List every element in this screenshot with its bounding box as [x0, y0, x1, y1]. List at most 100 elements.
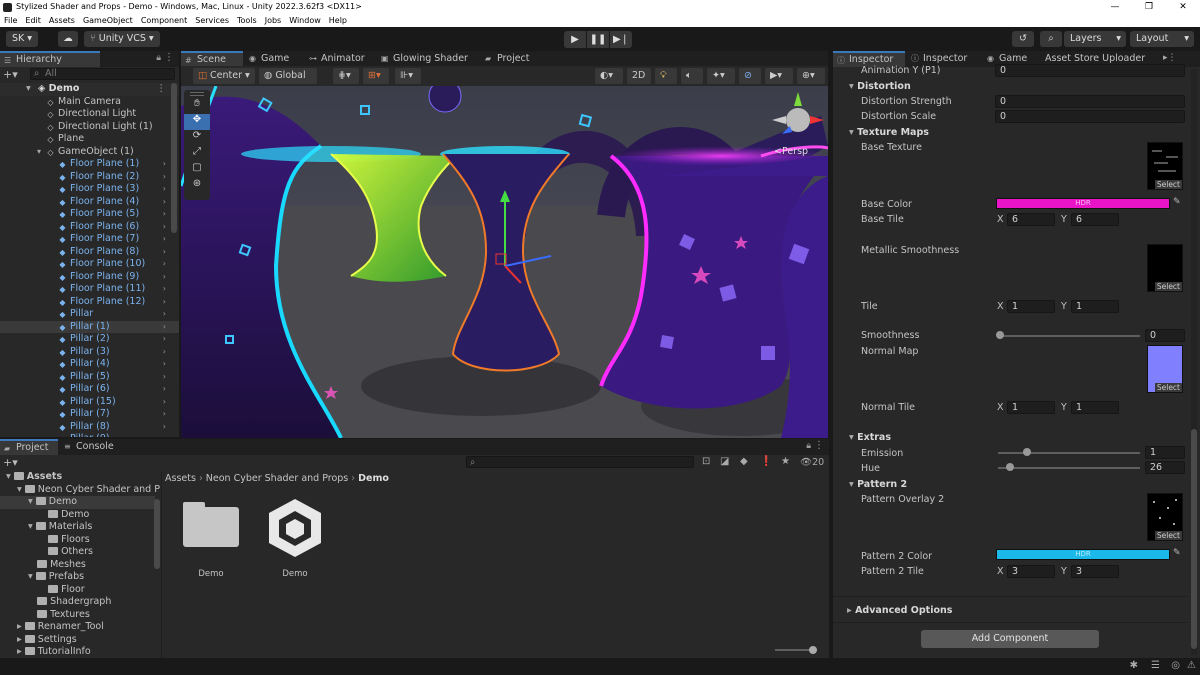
chevron-down-icon[interactable]: ▾: [28, 496, 36, 507]
minimize-button[interactable]: —: [1098, 0, 1132, 14]
hierarchy-item[interactable]: ◆ Pillar (5) ›: [0, 371, 179, 384]
distortion-header[interactable]: ▾ Distortion: [849, 81, 911, 92]
add-icon[interactable]: +▾: [3, 68, 18, 81]
chevron-right-icon[interactable]: ›: [163, 308, 166, 321]
scene-viewport[interactable]: ✋︎ ✥ ⟳ ⤢ ▢ ⊛ <Persp: [181, 86, 828, 438]
tab-console[interactable]: ≡ Console: [60, 439, 128, 455]
chevron-right-icon[interactable]: ›: [163, 258, 166, 271]
account-dropdown[interactable]: SK ▾: [6, 31, 39, 47]
tab-animator[interactable]: ⊶ Animator: [305, 51, 375, 67]
tab-overflow-icon[interactable]: ▸⋮: [1163, 53, 1177, 63]
chevron-right-icon[interactable]: ›: [163, 221, 166, 234]
chevron-right-icon[interactable]: ›: [163, 408, 166, 421]
hierarchy-item[interactable]: ◆ Floor Plane (8) ›: [0, 246, 179, 259]
pattern-2-tile-x-field[interactable]: 3: [1007, 565, 1055, 578]
scale-tool-icon[interactable]: ⤢: [184, 146, 210, 162]
hue-slider-track[interactable]: [998, 467, 1140, 469]
chevron-right-icon[interactable]: ›: [163, 271, 166, 284]
toggle-2d-button[interactable]: 2D: [627, 68, 651, 84]
rotate-tool-icon[interactable]: ⟳: [184, 130, 210, 146]
lighting-icon[interactable]: 💡︎: [655, 68, 677, 84]
lighting-bake-icon[interactable]: ◎: [1171, 660, 1180, 671]
select-button[interactable]: Select: [1154, 383, 1182, 392]
chevron-down-icon[interactable]: ▾: [28, 521, 36, 532]
rect-tool-icon[interactable]: ▢: [184, 162, 210, 178]
step-button[interactable]: ▶❘: [610, 31, 632, 48]
hierarchy-item[interactable]: ◆ Pillar (15) ›: [0, 396, 179, 409]
normal-tile-x-field[interactable]: 1: [1007, 401, 1055, 414]
select-button[interactable]: Select: [1154, 180, 1182, 189]
pattern-2-tile-y-field[interactable]: 3: [1071, 565, 1119, 578]
tab-game[interactable]: ◉ Game: [245, 51, 303, 67]
hierarchy-item[interactable]: ◆ Floor Plane (10) ›: [0, 258, 179, 271]
project-tree-item[interactable]: Floor: [0, 584, 155, 597]
hierarchy-item[interactable]: ◇ Directional Light (1): [0, 121, 179, 134]
snap-increment-icon[interactable]: ⊞▾: [363, 68, 389, 84]
chevron-right-icon[interactable]: ▸: [17, 646, 25, 657]
hierarchy-item[interactable]: ◆ Floor Plane (2) ›: [0, 171, 179, 184]
debug-icon[interactable]: ✱: [1130, 660, 1138, 671]
effects-icon[interactable]: ✦▾: [707, 68, 735, 84]
chevron-right-icon[interactable]: ›: [163, 183, 166, 196]
menu-services[interactable]: Services: [195, 14, 229, 27]
project-tree-item[interactable]: ▸ Renamer_Tool: [0, 621, 155, 634]
pattern-2-color-field[interactable]: HDR: [996, 549, 1170, 560]
menu-component[interactable]: Component: [141, 14, 187, 27]
smoothness-slider-track[interactable]: [998, 335, 1140, 337]
project-tree-item[interactable]: ▸ Settings: [0, 634, 155, 647]
menu-edit[interactable]: Edit: [25, 14, 41, 27]
label-icon[interactable]: ◆: [740, 456, 748, 467]
project-tree-item[interactable]: Meshes: [0, 559, 155, 572]
hierarchy-search-input[interactable]: ⌕ All: [30, 68, 175, 80]
menu-help[interactable]: Help: [329, 14, 347, 27]
history-icon[interactable]: ↺: [1012, 31, 1034, 47]
project-search-input[interactable]: ⌕: [466, 456, 694, 468]
pattern-overlay-2-slot[interactable]: Select: [1147, 493, 1183, 541]
more-icon[interactable]: ⋮: [814, 440, 824, 451]
project-tree-item[interactable]: ▾ Materials: [0, 521, 155, 534]
chevron-right-icon[interactable]: ›: [163, 321, 166, 334]
shading-mode-icon[interactable]: ◐▾: [595, 68, 623, 84]
add-component-button[interactable]: Add Component: [921, 630, 1099, 648]
chevron-right-icon[interactable]: ›: [163, 246, 166, 259]
chevron-right-icon[interactable]: ›: [163, 358, 166, 371]
scene-row[interactable]: ▾ ◈ Demo ⋮: [0, 83, 179, 96]
chevron-right-icon[interactable]: ›: [163, 196, 166, 209]
lock-icon[interactable]: 🔒︎: [806, 441, 811, 451]
notification-icon[interactable]: ⚠: [1187, 660, 1196, 671]
base-tile-y-field[interactable]: 6: [1071, 213, 1119, 226]
hierarchy-item[interactable]: ◇ Plane: [0, 133, 179, 146]
hand-tool-icon[interactable]: ✋︎: [184, 98, 210, 114]
hierarchy-item[interactable]: ◆ Floor Plane (4) ›: [0, 196, 179, 209]
chevron-right-icon[interactable]: ▸: [17, 621, 25, 632]
asset-folder-demo[interactable]: Demo: [178, 499, 244, 579]
play-button[interactable]: ▶: [564, 31, 586, 48]
hierarchy-item[interactable]: ◆ Floor Plane (11) ›: [0, 283, 179, 296]
hierarchy-item[interactable]: ◆ Floor Plane (5) ›: [0, 208, 179, 221]
hierarchy-item[interactable]: ◆ Floor Plane (12) ›: [0, 296, 179, 309]
hierarchy-item[interactable]: ◆ Pillar (2) ›: [0, 333, 179, 346]
pivot-dropdown[interactable]: ◫ Center ▾: [193, 68, 255, 84]
drag-handle[interactable]: [190, 92, 204, 96]
breadcrumb-neon-cyber[interactable]: Neon Cyber Shader and Props: [206, 473, 348, 484]
hierarchy-item[interactable]: ◇ Directional Light: [0, 108, 179, 121]
filter-by-label-icon[interactable]: ◪: [720, 456, 729, 467]
menu-gameobject[interactable]: GameObject: [83, 14, 133, 27]
space-dropdown[interactable]: ◍ Global ▾: [259, 68, 317, 97]
gizmos-icon[interactable]: ⊕▾: [797, 68, 825, 84]
chevron-right-icon[interactable]: ›: [163, 346, 166, 359]
chevron-right-icon[interactable]: ›: [163, 333, 166, 346]
icon-size-slider-handle[interactable]: [809, 646, 817, 654]
orientation-gizmo[interactable]: <Persp: [768, 88, 826, 160]
camera-icon[interactable]: ▶▾: [765, 68, 793, 84]
distortion-scale-field[interactable]: 0: [995, 110, 1185, 123]
chevron-right-icon[interactable]: ›: [163, 421, 166, 434]
base-texture-slot[interactable]: Select: [1147, 142, 1183, 190]
hierarchy-item[interactable]: ◆ Floor Plane (9) ›: [0, 271, 179, 284]
hierarchy-item[interactable]: ◆ Pillar (3) ›: [0, 346, 179, 359]
project-tree-scrollbar[interactable]: [154, 499, 160, 569]
layout-dropdown[interactable]: Layout ▾: [1130, 31, 1194, 47]
hierarchy-item[interactable]: ◆ Pillar (8) ›: [0, 421, 179, 434]
chevron-right-icon[interactable]: ›: [163, 208, 166, 221]
smoothness-slider-handle[interactable]: [996, 331, 1004, 339]
